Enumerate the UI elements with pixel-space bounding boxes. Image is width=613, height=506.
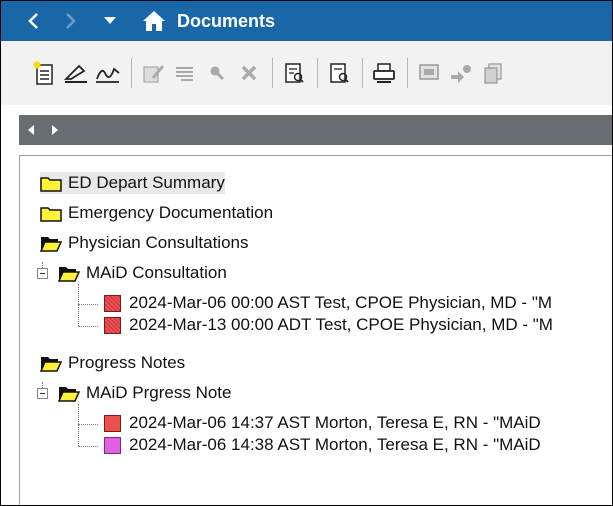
tree-node-document[interactable]: 2024-Mar-13 00:00 ADT Test, CPOE Physici… xyxy=(104,314,553,336)
tree-node-label: 2024-Mar-06 14:37 AST Morton, Teresa E, … xyxy=(129,413,541,432)
tree-node-physician-consultations[interactable]: Physician Consultations xyxy=(39,232,249,254)
folder-open-icon xyxy=(57,384,81,402)
collapse-toggle[interactable] xyxy=(37,268,48,279)
home-icon[interactable] xyxy=(139,1,169,41)
tree-node-label: Emergency Documentation xyxy=(68,203,274,222)
print-icon[interactable] xyxy=(369,56,399,90)
collapse-toggle[interactable] xyxy=(37,388,48,399)
back-arrow-icon[interactable] xyxy=(19,1,49,41)
edit-icon[interactable] xyxy=(138,56,168,90)
tree-node-label: Progress Notes xyxy=(68,353,186,372)
documents-window: Documents ED Depart Summary Emergency Do… xyxy=(0,0,613,506)
forward-signature-icon[interactable] xyxy=(93,56,123,90)
preview-icon[interactable] xyxy=(279,56,309,90)
sign-icon[interactable] xyxy=(61,56,91,90)
dropdown-icon[interactable] xyxy=(95,1,125,41)
tree-node-maid-consultation[interactable]: MAiD Consultation xyxy=(57,262,227,284)
document-status-icon xyxy=(104,436,121,454)
tree-node-emergency-documentation[interactable]: Emergency Documentation xyxy=(40,202,273,224)
toolbar-separator xyxy=(407,58,408,88)
tree-node-label: 2024-Mar-06 14:38 AST Morton, Teresa E, … xyxy=(129,435,541,454)
new-document-icon[interactable] xyxy=(29,56,59,90)
folder-open-icon xyxy=(39,234,63,252)
tree-node-document[interactable]: 2024-Mar-06 14:38 AST Morton, Teresa E, … xyxy=(104,434,541,456)
search-icon[interactable] xyxy=(202,56,232,90)
tree-node-maid-progress-note[interactable]: MAiD Prgress Note xyxy=(57,382,232,404)
folder-open-icon xyxy=(39,354,63,372)
document-status-icon xyxy=(104,294,121,312)
document-status-icon xyxy=(104,414,121,432)
tree-node-label: MAiD Consultation xyxy=(86,263,227,282)
document-tree: ED Depart Summary Emergency Documentatio… xyxy=(19,155,612,505)
folder-closed-icon xyxy=(40,204,62,222)
tree-node-ed-depart-summary[interactable]: ED Depart Summary xyxy=(40,172,225,194)
display-icon[interactable] xyxy=(414,56,444,90)
toolbar-separator xyxy=(317,58,318,88)
toolbar xyxy=(1,41,612,105)
scroll-right-icon[interactable] xyxy=(43,115,67,145)
tree-node-document[interactable]: 2024-Mar-06 00:00 AST Test, CPOE Physici… xyxy=(104,292,552,314)
tree-node-document[interactable]: 2024-Mar-06 14:37 AST Morton, Teresa E, … xyxy=(104,412,541,434)
delete-icon[interactable] xyxy=(234,56,264,90)
notes-icon[interactable] xyxy=(170,56,200,90)
toolbar-separator xyxy=(362,58,363,88)
toolbar-separator xyxy=(272,58,273,88)
tree-node-label: MAiD Prgress Note xyxy=(86,383,232,402)
tree-node-label: Physician Consultations xyxy=(68,233,249,252)
report-icon[interactable] xyxy=(324,56,354,90)
page-title: Documents xyxy=(177,10,276,31)
horizontal-scroll-strip xyxy=(19,115,612,145)
document-status-icon xyxy=(104,316,121,334)
folder-closed-icon xyxy=(40,174,62,192)
transfer-icon[interactable] xyxy=(446,56,476,90)
scroll-left-icon[interactable] xyxy=(19,115,43,145)
tree-node-label: ED Depart Summary xyxy=(68,173,225,192)
tree-node-label: 2024-Mar-06 00:00 AST Test, CPOE Physici… xyxy=(129,293,553,312)
folder-open-icon xyxy=(57,264,81,282)
forward-arrow-icon[interactable] xyxy=(55,1,85,41)
toolbar-separator xyxy=(131,58,132,88)
copy-icon[interactable] xyxy=(478,56,508,90)
title-bar: Documents xyxy=(1,1,612,41)
tree-node-progress-notes[interactable]: Progress Notes xyxy=(39,352,186,374)
tree-node-label: 2024-Mar-13 00:00 ADT Test, CPOE Physici… xyxy=(129,315,553,334)
